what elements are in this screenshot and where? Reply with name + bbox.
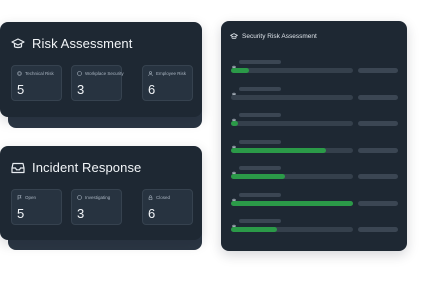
risk-assessment-title: Risk Assessment <box>32 36 133 51</box>
risk-row-tag-placeholder <box>358 68 398 73</box>
security-risk-assessment-title: Security Risk Assessment <box>242 33 317 40</box>
stat-label: Technical Risk <box>25 71 54 76</box>
stat-value: 6 <box>148 206 156 221</box>
fingerprint-icon <box>231 164 237 182</box>
incident-response-title: Incident Response <box>32 160 142 175</box>
stat-investigating[interactable]: Investigating 3 <box>71 189 122 225</box>
risk-progress-fill <box>231 68 249 73</box>
fingerprint-icon <box>231 58 237 76</box>
risk-row-tag-placeholder <box>358 227 398 232</box>
risk-progress-fill <box>231 147 326 153</box>
inbox-icon <box>11 162 25 174</box>
stat-label: Closed <box>156 195 171 200</box>
lock-icon <box>148 195 153 200</box>
risk-progress-track <box>231 68 353 73</box>
fingerprint-icon <box>231 111 237 129</box>
risk-row[interactable] <box>231 58 398 80</box>
incident-response-header: Incident Response <box>11 160 141 175</box>
flag-icon <box>17 195 22 200</box>
stat-value: 6 <box>148 82 156 97</box>
risk-row-label-placeholder <box>239 60 281 64</box>
risk-row[interactable] <box>231 85 398 107</box>
graduation-cap-icon <box>11 37 25 50</box>
stat-label: Workplace Security <box>85 71 124 76</box>
stat-open[interactable]: Open 5 <box>11 189 62 225</box>
risk-row-label-placeholder <box>239 139 281 144</box>
risk-row-tag-placeholder <box>358 121 398 126</box>
stat-closed[interactable]: Closed 6 <box>142 189 193 225</box>
user-icon <box>148 71 153 76</box>
risk-progress-track <box>231 147 353 153</box>
stat-label: Open <box>25 195 37 200</box>
risk-row-tag-placeholder <box>358 174 398 179</box>
search-icon <box>77 195 82 200</box>
security-risk-assessment-header: Security Risk Assessment <box>230 33 317 40</box>
risk-row-label-placeholder <box>239 86 281 91</box>
risk-row[interactable] <box>231 217 398 239</box>
risk-progress-track <box>231 121 353 126</box>
risk-row[interactable] <box>231 191 398 213</box>
risk-progress-track <box>231 174 353 179</box>
risk-progress-track <box>231 227 353 232</box>
risk-assessment-header: Risk Assessment <box>11 36 132 51</box>
risk-row-tag-placeholder <box>358 200 398 206</box>
stat-technical-risk[interactable]: Technical Risk 5 <box>11 65 62 101</box>
risk-row-tag-placeholder <box>358 94 398 100</box>
fingerprint-icon <box>231 85 237 103</box>
stat-workplace-security[interactable]: Workplace Security 3 <box>71 65 124 101</box>
risk-progress-fill <box>231 121 238 126</box>
fingerprint-icon <box>231 217 237 235</box>
risk-row[interactable] <box>231 164 398 186</box>
risk-row-label-placeholder <box>239 166 281 170</box>
risk-row-label-placeholder <box>239 192 281 197</box>
risk-progress-fill <box>231 174 285 179</box>
risk-row-label-placeholder <box>239 113 281 117</box>
risk-progress-track <box>231 94 353 100</box>
shield-icon <box>77 71 82 76</box>
risk-row[interactable] <box>231 138 398 160</box>
risk-row-label-placeholder <box>239 219 281 223</box>
stat-value: 3 <box>77 206 85 221</box>
stat-label: Investigating <box>85 195 111 200</box>
risk-row-tag-placeholder <box>358 147 398 153</box>
risk-progress-track <box>231 200 353 206</box>
risk-row[interactable] <box>231 111 398 133</box>
incident-response-card[interactable]: Incident Response Open 5 Investigating 3 <box>0 146 202 240</box>
chip-icon <box>17 71 22 76</box>
fingerprint-icon <box>231 191 237 209</box>
stat-value: 5 <box>17 82 25 97</box>
stat-employee-risk[interactable]: Employee Risk 6 <box>142 65 193 101</box>
graduation-cap-icon <box>230 33 238 40</box>
stat-label: Employee Risk <box>156 71 187 76</box>
security-risk-assessment-card[interactable]: Security Risk Assessment <box>221 21 407 251</box>
stat-value: 5 <box>17 206 25 221</box>
stat-value: 3 <box>77 82 85 97</box>
risk-progress-fill <box>231 227 277 232</box>
risk-progress-fill <box>231 200 353 206</box>
risk-assessment-card[interactable]: Risk Assessment Technical Risk 5 Workpla… <box>0 22 202 117</box>
fingerprint-icon <box>231 138 237 156</box>
